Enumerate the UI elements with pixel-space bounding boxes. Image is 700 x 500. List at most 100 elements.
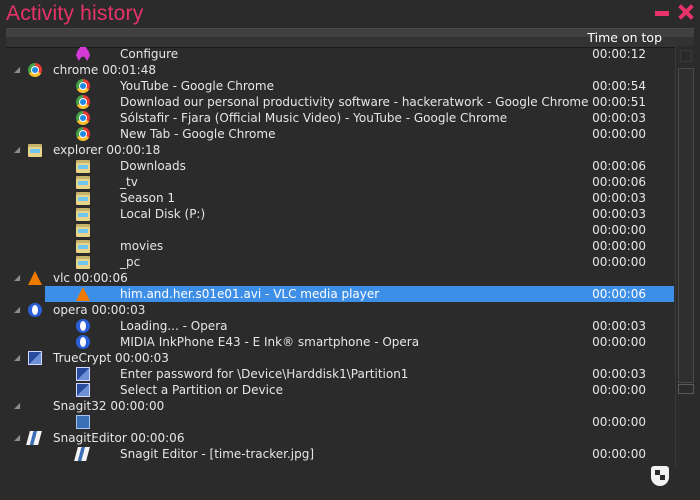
app-group-label: vlc 00:00:06 xyxy=(53,271,128,285)
app-group-row[interactable]: ◢ Snagit32 00:00:00 xyxy=(6,398,674,414)
window-row[interactable]: Enter password for \Device\Harddisk1\Par… xyxy=(6,366,674,382)
window-row[interactable]: Local Disk (P:) 00:00:03 xyxy=(6,206,674,222)
window-row[interactable]: YouTube - Google Chrome 00:00:54 xyxy=(6,78,674,94)
window-title-label: Sólstafir - Fjara (Official Music Video)… xyxy=(120,111,508,125)
snagit-icon xyxy=(76,415,90,429)
time-on-top-value: 00:00:00 xyxy=(592,335,646,349)
time-on-top-column-header[interactable]: Time on top xyxy=(587,30,662,45)
window-title-label: Season 1 xyxy=(120,191,176,205)
chrome-icon xyxy=(76,95,90,109)
configure-icon xyxy=(76,47,90,61)
scroll-up-button[interactable] xyxy=(680,50,692,62)
time-on-top-value: 00:00:00 xyxy=(592,447,646,461)
window-row[interactable]: MIDIA InkPhone E43 - E Ink® smartphone -… xyxy=(6,334,674,350)
window-row[interactable]: _pc 00:00:00 xyxy=(6,254,674,270)
app-group-row[interactable]: ◢ vlc 00:00:06 xyxy=(6,270,674,286)
app-group-label: SnagitEditor 00:00:06 xyxy=(53,431,185,445)
window-title-label: MIDIA InkPhone E43 - E Ink® smartphone -… xyxy=(120,335,420,349)
time-on-top-value: 00:00:06 xyxy=(592,175,646,189)
opera-icon xyxy=(28,303,42,317)
expand-arrow-icon[interactable]: ◢ xyxy=(14,270,20,286)
window-row[interactable]: 00:00:00 xyxy=(6,222,674,238)
window-row[interactable]: Select a Partition or Device 00:00:00 xyxy=(6,382,674,398)
folder-icon xyxy=(76,240,90,253)
window-row[interactable]: Configure 00:00:12 xyxy=(6,46,674,62)
expand-arrow-icon[interactable]: ◢ xyxy=(14,350,20,366)
window-title-label: _pc xyxy=(120,255,141,269)
truecrypt-icon xyxy=(28,351,42,365)
time-on-top-value: 00:00:12 xyxy=(592,47,646,61)
column-header-bar: Time on top xyxy=(6,28,694,48)
window-row[interactable]: Downloads 00:00:06 xyxy=(6,158,674,174)
window-title-label: New Tab - Google Chrome xyxy=(120,127,276,141)
expand-arrow-icon[interactable]: ◢ xyxy=(14,302,20,318)
window-row[interactable]: Download our personal productivity softw… xyxy=(6,94,674,110)
minimize-icon[interactable] xyxy=(654,4,670,20)
opera-icon xyxy=(76,335,90,349)
window-row[interactable]: Season 1 00:00:03 xyxy=(6,190,674,206)
expand-arrow-icon[interactable]: ◢ xyxy=(14,398,20,414)
activity-history-window: Activity history Time on top Configure 00… xyxy=(0,0,700,500)
vertical-scrollbar[interactable] xyxy=(675,46,695,466)
window-row[interactable]: 00:00:00 xyxy=(6,414,674,430)
shield-icon[interactable] xyxy=(651,466,669,486)
folder-icon xyxy=(76,256,90,269)
window-controls xyxy=(654,4,694,20)
close-icon[interactable] xyxy=(678,4,694,20)
chrome-icon xyxy=(76,111,90,125)
folder-icon xyxy=(76,160,90,173)
time-on-top-value: 00:00:54 xyxy=(592,79,646,93)
app-group-row[interactable]: ◢ TrueCrypt 00:00:03 xyxy=(6,350,674,366)
opera-icon xyxy=(76,319,90,333)
scroll-down-button[interactable] xyxy=(678,384,694,394)
time-on-top-value: 00:00:03 xyxy=(592,207,646,221)
time-on-top-value: 00:00:03 xyxy=(592,111,646,125)
folder-icon xyxy=(76,224,90,237)
time-on-top-value: 00:00:00 xyxy=(592,127,646,141)
window-title-label: Configure xyxy=(120,47,179,61)
window-row[interactable]: New Tab - Google Chrome 00:00:00 xyxy=(6,126,674,142)
window-title-label: Enter password for \Device\Harddisk1\Par… xyxy=(120,367,409,381)
time-on-top-value: 00:00:03 xyxy=(592,367,646,381)
window-row[interactable]: Sólstafir - Fjara (Official Music Video)… xyxy=(6,110,674,126)
window-row[interactable]: Loading... - Opera 00:00:03 xyxy=(6,318,674,334)
app-group-row[interactable]: ◢ chrome 00:01:48 xyxy=(6,62,674,78)
folder-icon xyxy=(76,208,90,221)
vlc-icon xyxy=(76,287,90,301)
app-group-row[interactable]: ◢ explorer 00:00:18 xyxy=(6,142,674,158)
window-title-label: _tv xyxy=(120,175,138,189)
window-title-label: YouTube - Google Chrome xyxy=(120,79,274,93)
scroll-thumb[interactable] xyxy=(678,68,694,383)
chrome-icon xyxy=(28,63,42,77)
time-on-top-value: 00:00:03 xyxy=(592,319,646,333)
window-row[interactable]: him.and.her.s01e01.avi - VLC media playe… xyxy=(45,286,674,302)
folder-icon xyxy=(76,192,90,205)
snagiteditor-icon xyxy=(26,431,42,445)
window-title-label: Select a Partition or Device xyxy=(120,383,283,397)
expand-arrow-icon[interactable]: ◢ xyxy=(14,430,20,446)
window-row[interactable]: Snagit Editor - [time-tracker.jpg] 00:00:… xyxy=(6,446,674,462)
window-title: Activity history xyxy=(6,2,144,25)
time-on-top-value: 00:00:00 xyxy=(592,255,646,269)
window-title-label: Snagit Editor - [time-tracker.jpg] xyxy=(120,447,315,461)
chrome-icon xyxy=(76,79,90,93)
window-title-label: Local Disk (P:) xyxy=(120,207,206,221)
vlc-icon xyxy=(28,271,42,285)
window-row[interactable]: movies 00:00:00 xyxy=(6,238,674,254)
activity-tree-list[interactable]: Configure 00:00:12 ◢ chrome 00:01:48 YouTube… xyxy=(6,46,674,466)
app-group-label: opera 00:00:03 xyxy=(53,303,146,317)
expand-arrow-icon[interactable]: ◢ xyxy=(14,62,20,78)
time-on-top-value: 00:00:00 xyxy=(592,415,646,429)
window-title-label: movies xyxy=(120,239,164,253)
truecrypt-icon xyxy=(76,383,90,397)
time-on-top-value: 00:00:06 xyxy=(592,159,646,173)
time-on-top-value: 00:00:06 xyxy=(592,287,646,301)
app-group-row[interactable]: ◢ opera 00:00:03 xyxy=(6,302,674,318)
folder-icon xyxy=(76,176,90,189)
window-row[interactable]: _tv 00:00:06 xyxy=(6,174,674,190)
expand-arrow-icon[interactable]: ◢ xyxy=(14,142,20,158)
window-title-label: Loading... - Opera xyxy=(120,319,228,333)
app-group-label: Snagit32 00:00:00 xyxy=(53,399,165,413)
app-group-row[interactable]: ◢ SnagitEditor 00:00:06 xyxy=(6,430,674,446)
time-on-top-value: 00:00:03 xyxy=(592,191,646,205)
